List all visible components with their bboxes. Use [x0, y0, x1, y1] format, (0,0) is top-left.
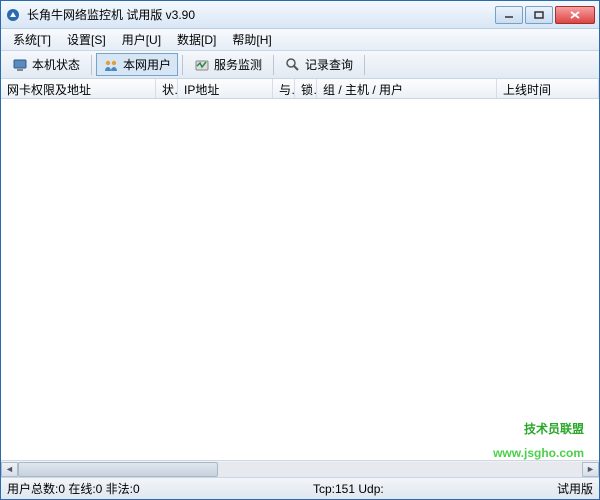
tab-label: 记录查询	[305, 56, 353, 73]
separator	[182, 55, 183, 75]
column-group-host-user[interactable]: 组 / 主机 / 用户	[317, 79, 497, 98]
status-user-counts: 用户总数:0 在线:0 非法:0	[7, 480, 140, 497]
column-status[interactable]: 状	[156, 79, 178, 98]
separator	[91, 55, 92, 75]
computer-icon	[12, 57, 28, 73]
tab-log-query[interactable]: 记录查询	[278, 53, 360, 76]
menu-settings[interactable]: 设置[S]	[59, 29, 114, 50]
tab-label: 本网用户	[123, 56, 171, 73]
monitor-icon	[194, 57, 210, 73]
column-online-time[interactable]: 上线时间	[497, 79, 599, 98]
scroll-thumb[interactable]	[18, 462, 218, 477]
tab-local-status[interactable]: 本机状态	[5, 53, 87, 76]
window-title: 长角牛网络监控机 试用版 v3.90	[27, 6, 495, 23]
toolbar: 本机状态 本网用户 服务监测 记录查询	[1, 51, 599, 79]
menu-system[interactable]: 系统[T]	[5, 29, 59, 50]
column-ip[interactable]: IP地址	[178, 79, 273, 98]
status-tcp-udp: Tcp:151 Udp:	[313, 482, 384, 496]
users-icon	[103, 57, 119, 73]
horizontal-scrollbar[interactable]: ◄ ►	[1, 460, 599, 477]
statusbar: 用户总数:0 在线:0 非法:0 Tcp:151 Udp: 试用版	[1, 477, 599, 499]
scroll-track[interactable]	[18, 462, 582, 477]
scroll-left-arrow[interactable]: ◄	[1, 462, 18, 477]
column-lock[interactable]: 锁	[295, 79, 317, 98]
menu-help[interactable]: 帮助[H]	[224, 29, 279, 50]
search-icon	[285, 57, 301, 73]
status-trial: 试用版	[557, 480, 593, 497]
menubar: 系统[T] 设置[S] 用户[U] 数据[D] 帮助[H]	[1, 29, 599, 51]
column-nic-permission[interactable]: 网卡权限及地址	[1, 79, 156, 98]
app-icon	[5, 7, 21, 23]
titlebar[interactable]: 长角牛网络监控机 试用版 v3.90	[1, 1, 599, 29]
list-header: 网卡权限及地址 状 IP地址 与 锁 组 / 主机 / 用户 上线时间	[1, 79, 599, 99]
menu-data[interactable]: 数据[D]	[169, 29, 224, 50]
separator	[364, 55, 365, 75]
window-controls	[495, 6, 595, 24]
minimize-button[interactable]	[495, 6, 523, 24]
column-with[interactable]: 与	[273, 79, 295, 98]
menu-user[interactable]: 用户[U]	[114, 29, 169, 50]
app-window: 长角牛网络监控机 试用版 v3.90 系统[T] 设置[S] 用户[U] 数据[…	[0, 0, 600, 500]
tab-service-monitor[interactable]: 服务监测	[187, 53, 269, 76]
tab-net-users[interactable]: 本网用户	[96, 53, 178, 76]
list-body[interactable]	[1, 99, 599, 460]
scroll-right-arrow[interactable]: ►	[582, 462, 599, 477]
tab-label: 本机状态	[32, 56, 80, 73]
close-button[interactable]	[555, 6, 595, 24]
maximize-button[interactable]	[525, 6, 553, 24]
separator	[273, 55, 274, 75]
tab-label: 服务监测	[214, 56, 262, 73]
